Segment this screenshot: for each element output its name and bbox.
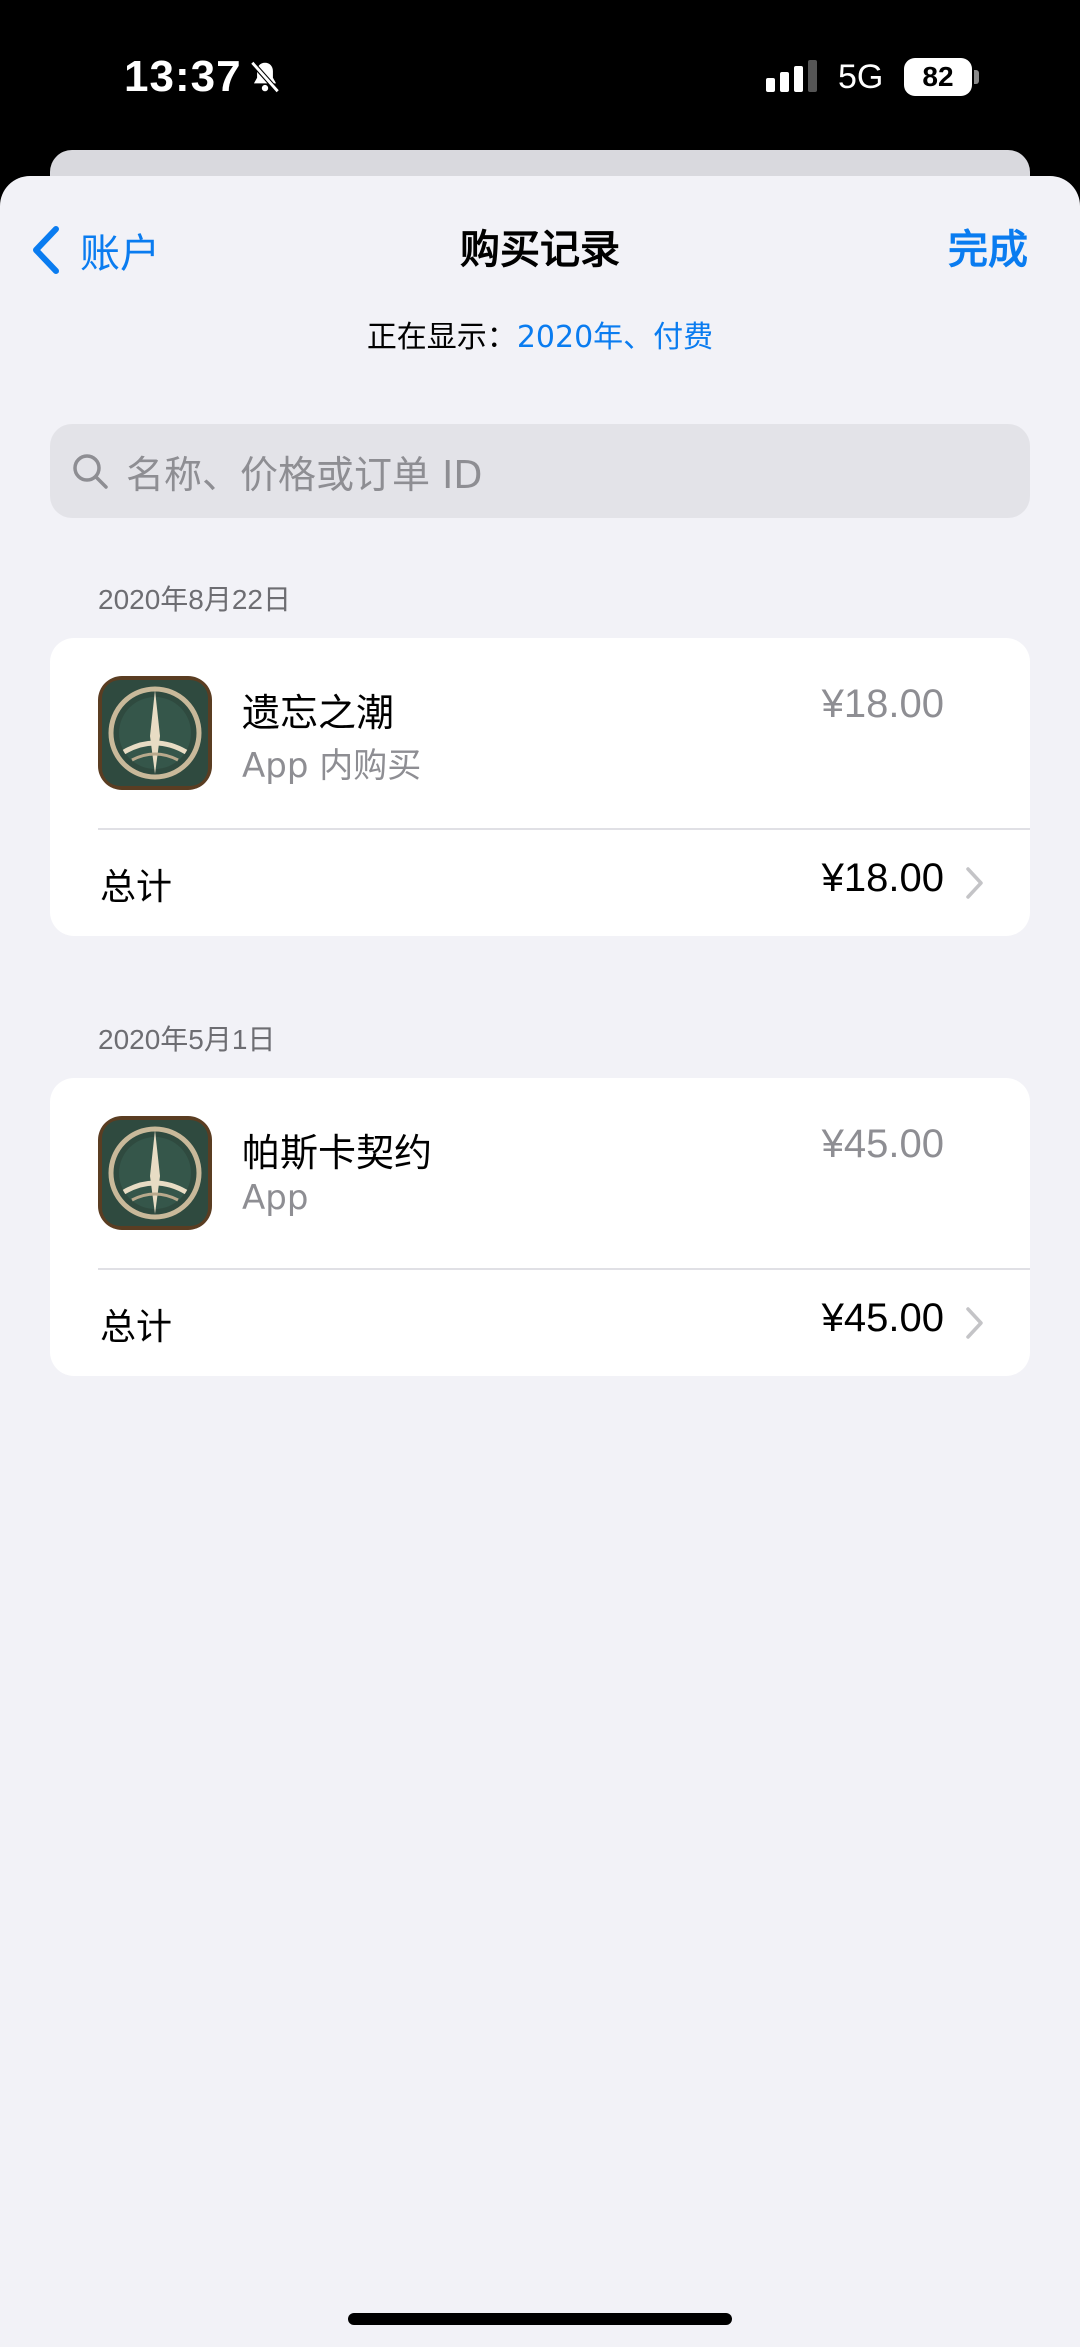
total-label: 总计 <box>100 867 173 908</box>
purchase-date-header: 2020年5月1日 <box>98 1024 276 1055</box>
total-value: ¥45.00 <box>821 1296 944 1340</box>
battery-icon: 82 <box>904 58 972 96</box>
total-row[interactable]: 总计 ¥18.00 <box>50 830 1030 936</box>
battery-level: 82 <box>922 61 954 92</box>
home-indicator[interactable] <box>348 2313 732 2325</box>
search-placeholder: 名称、价格或订单 ID <box>126 452 483 497</box>
status-bar: 13:37 5G 82 <box>0 0 1080 150</box>
network-type: 5G <box>838 58 884 96</box>
search-field[interactable]: 名称、价格或订单 ID <box>50 424 1030 518</box>
filter-row: 正在显示：2020年、付费 <box>0 316 1080 360</box>
item-price: ¥45.00 <box>821 1122 944 1166</box>
app-name: 遗忘之潮 <box>242 691 395 735</box>
total-value: ¥18.00 <box>821 856 944 900</box>
filter-value-link[interactable]: 2020年、付费 <box>517 320 713 355</box>
item-price: ¥18.00 <box>821 682 944 726</box>
chevron-right-icon <box>966 867 983 899</box>
done-button[interactable]: 完成 <box>948 220 1028 280</box>
purchase-type: App 内购买 <box>242 746 422 786</box>
total-label: 总计 <box>100 1307 173 1348</box>
purchase-card: 帕斯卡契约 App ¥45.00 总计 ¥45.00 <box>50 1078 1030 1376</box>
filter-label: 正在显示： <box>366 320 517 355</box>
app-name: 帕斯卡契约 <box>242 1131 433 1175</box>
purchase-history-sheet: 账户 购买记录 完成 正在显示：2020年、付费 名称、价格或订单 ID 202… <box>0 176 1080 2347</box>
status-time: 13:37 <box>124 52 242 101</box>
page-title: 购买记录 <box>460 227 620 273</box>
purchase-date-header: 2020年8月22日 <box>98 584 292 615</box>
bell-slash-icon <box>250 61 280 93</box>
chevron-right-icon <box>966 1307 983 1339</box>
purchase-type: App <box>242 1178 309 1218</box>
cellular-signal-icon <box>766 60 817 92</box>
search-icon <box>73 454 108 489</box>
app-icon <box>98 676 212 790</box>
battery-tip <box>974 70 979 84</box>
total-row[interactable]: 总计 ¥45.00 <box>50 1270 1030 1376</box>
app-icon <box>98 1116 212 1230</box>
purchase-card: 遗忘之潮 App 内购买 ¥18.00 总计 ¥18.00 <box>50 638 1030 936</box>
